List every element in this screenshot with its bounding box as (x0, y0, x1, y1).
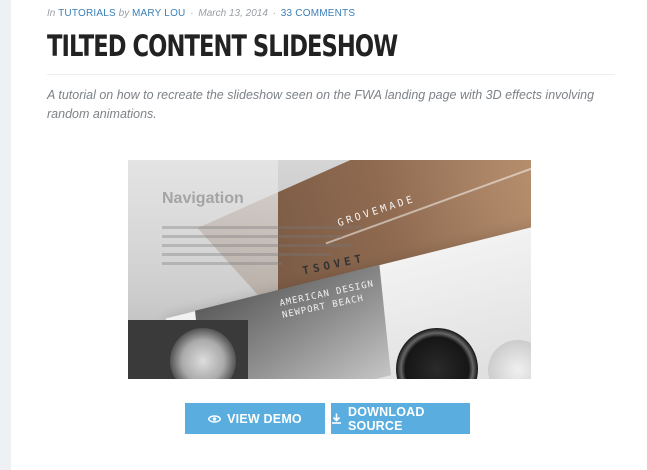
page-title: TILTED CONTENT SLIDESHOW (47, 29, 398, 63)
comments-link[interactable]: 33 COMMENTS (281, 8, 355, 19)
download-source-label: DOWNLOAD SOURCE (348, 404, 425, 433)
eye-icon (208, 414, 222, 424)
view-demo-button[interactable]: VIEW DEMO (185, 403, 325, 434)
download-source-button[interactable]: DOWNLOAD SOURCE (331, 403, 470, 434)
meta-separator: · (190, 8, 194, 19)
meta-by-label: by (118, 8, 130, 19)
page-left-strip (0, 0, 11, 470)
article-excerpt: A tutorial on how to recreate the slides… (47, 88, 595, 121)
meta-in-label: In (47, 8, 56, 19)
hero-navigation-heading: Navigation (162, 190, 244, 207)
post-meta: In TUTORIALS by MARY LOU · March 13, 201… (47, 8, 355, 19)
category-link[interactable]: TUTORIALS (58, 8, 116, 19)
author-link[interactable]: MARY LOU (132, 8, 185, 19)
view-demo-label: VIEW DEMO (227, 411, 302, 426)
meta-separator-2: · (272, 8, 277, 19)
post-date: March 13, 2014 (198, 8, 268, 19)
hero-image: GROVEMADE Navigation TSOVET AMERICAN DES… (128, 160, 531, 379)
title-divider (47, 74, 615, 75)
download-icon (331, 413, 342, 424)
